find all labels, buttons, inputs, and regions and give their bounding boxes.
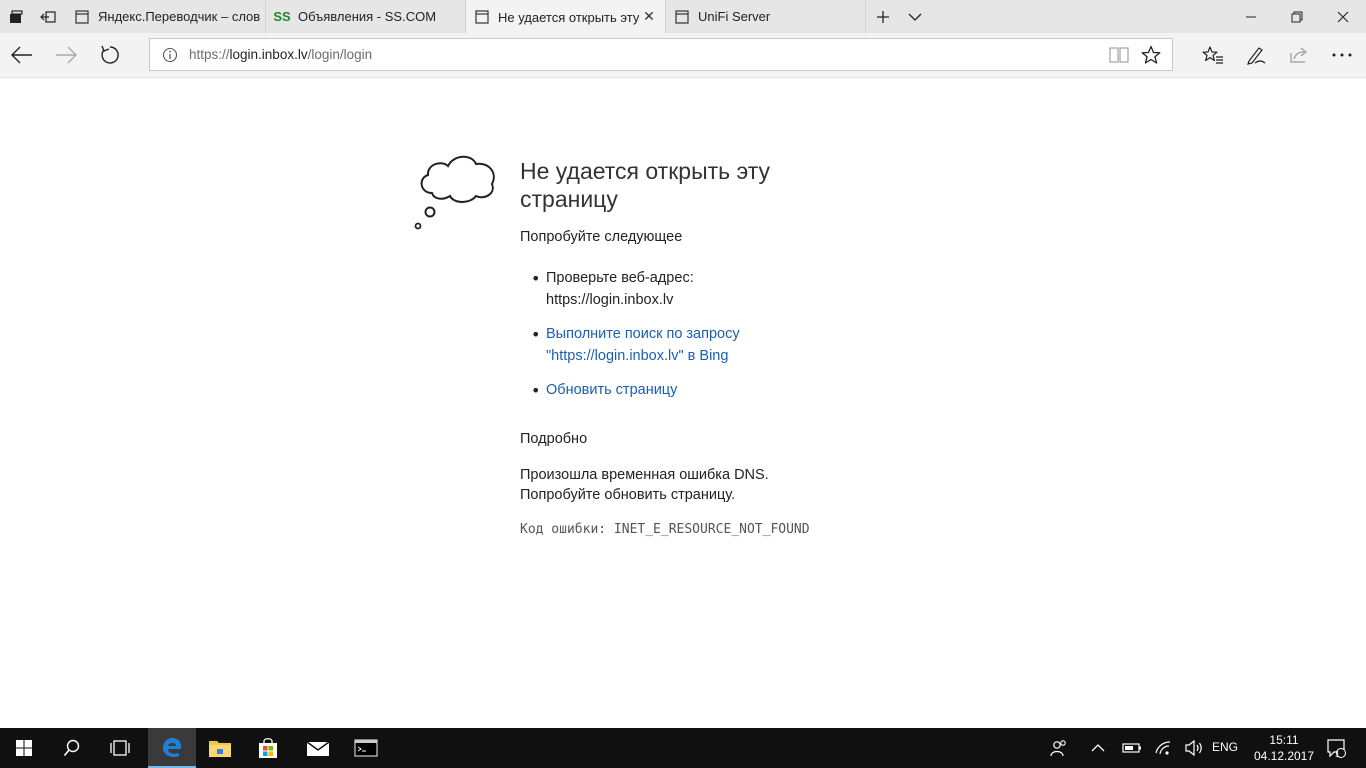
search-icon[interactable] [48, 728, 96, 768]
bing-search-link[interactable]: Выполните поиск по запросу "https://logi… [546, 323, 740, 367]
close-tab-icon[interactable]: ✕ [639, 9, 659, 25]
restore-window-icon[interactable] [1274, 0, 1320, 33]
forward-arrow-icon[interactable] [44, 33, 88, 77]
dns-error-message: Произошла временная ошибка DNS. Попробуй… [520, 465, 769, 505]
new-tab-icon[interactable] [866, 0, 900, 33]
command-prompt-icon[interactable] [342, 728, 390, 768]
store-icon[interactable] [244, 728, 292, 768]
page-icon [74, 9, 90, 25]
favorite-star-icon[interactable] [1141, 45, 1161, 69]
thought-cloud-icon [412, 148, 498, 236]
action-center-icon[interactable]: 1 [1322, 728, 1350, 768]
tab-title: Объявления - SS.COM [298, 9, 437, 24]
file-explorer-icon[interactable] [196, 728, 244, 768]
web-note-pen-icon[interactable] [1234, 33, 1278, 77]
battery-icon[interactable] [1120, 728, 1144, 768]
page-content: Не удается открыть эту страницу Попробуй… [0, 78, 1366, 728]
more-options-icon[interactable] [1320, 33, 1364, 77]
check-address-item: Проверьте веб-адрес: https://login.inbox… [546, 267, 694, 311]
refresh-icon[interactable] [88, 33, 132, 77]
navigation-bar: https://login.inbox.lv/login/login [0, 33, 1366, 78]
share-icon[interactable] [1277, 33, 1321, 77]
try-following-label: Попробуйте следующее [520, 229, 683, 245]
minimize-icon[interactable] [1228, 0, 1274, 33]
dns-line-2: Попробуйте обновить страницу. [520, 487, 736, 503]
page-title: Не удается открыть эту страницу [520, 157, 820, 213]
bing-search-line-2: "https://login.inbox.lv" в Bing [546, 348, 729, 364]
url-prefix: https:// [189, 47, 230, 62]
task-view-icon[interactable] [96, 728, 144, 768]
dns-line-1: Произошла временная ошибка DNS. [520, 467, 769, 483]
page-icon [474, 9, 490, 25]
ss-favicon: SS [273, 9, 291, 24]
volume-icon[interactable] [1182, 728, 1206, 768]
address-bar[interactable]: https://login.inbox.lv/login/login [149, 38, 1173, 71]
windows-start-icon[interactable] [0, 728, 48, 768]
people-icon[interactable] [1046, 728, 1072, 768]
refresh-page-link[interactable]: Обновить страницу [546, 379, 677, 401]
restore-tabs-icon[interactable] [32, 0, 64, 33]
network-wifi-icon[interactable] [1152, 728, 1176, 768]
mail-icon[interactable] [294, 728, 342, 768]
clock-time: 15:11 [1269, 733, 1299, 747]
tab-title: Яндекс.Переводчик – слов [98, 9, 261, 24]
input-language[interactable]: ENG [1212, 740, 1238, 754]
page-icon [674, 9, 690, 25]
bullet: • [531, 269, 541, 288]
url-host: login.inbox.lv [229, 47, 308, 62]
close-window-icon[interactable] [1320, 0, 1366, 33]
set-aside-tabs-icon[interactable] [0, 0, 32, 33]
title-line-2: страницу [520, 186, 618, 212]
check-address-url: https://login.inbox.lv [546, 292, 674, 308]
show-hidden-icons-chevron-icon[interactable] [1086, 728, 1110, 768]
favorites-hub-icon[interactable] [1191, 33, 1235, 77]
tab-preview-chevron-icon[interactable] [900, 0, 930, 33]
clock[interactable]: 15:11 04.12.2017 [1250, 732, 1318, 764]
details-label[interactable]: Подробно [520, 431, 587, 447]
title-line-1: Не удается открыть эту [520, 158, 771, 184]
tab-unifi-server[interactable]: UniFi Server [666, 0, 866, 33]
reading-view-icon[interactable] [1108, 45, 1130, 69]
bing-search-line-1: Выполните поиск по запросу [546, 326, 740, 342]
url-path: /login/login [307, 47, 373, 62]
taskbar: ENG 15:11 04.12.2017 1 [0, 728, 1366, 768]
edge-browser-icon[interactable] [148, 728, 196, 768]
tab-title: UniFi Server [698, 9, 771, 24]
bullet: • [531, 325, 541, 344]
tab-yandex-translate[interactable]: Яндекс.Переводчик – слов [66, 0, 266, 33]
back-arrow-icon[interactable] [0, 33, 44, 77]
error-code: Код ошибки: INET_E_RESOURCE_NOT_FOUND [520, 522, 810, 537]
bullet: • [531, 381, 541, 400]
check-address-text: Проверьте веб-адрес: [546, 270, 694, 286]
tab-ss-com[interactable]: SS Объявления - SS.COM [266, 0, 466, 33]
url-text[interactable]: https://login.inbox.lv/login/login [189, 47, 372, 62]
notification-count: 1 [1335, 749, 1341, 759]
tab-bar: Яндекс.Переводчик – слов SS Объявления -… [0, 0, 1366, 34]
clock-date: 04.12.2017 [1253, 749, 1315, 763]
tab-error-page[interactable]: Не удается открыть эту ✕ [466, 0, 666, 34]
info-icon[interactable] [162, 47, 178, 67]
tab-title: Не удается открыть эту [498, 9, 639, 25]
